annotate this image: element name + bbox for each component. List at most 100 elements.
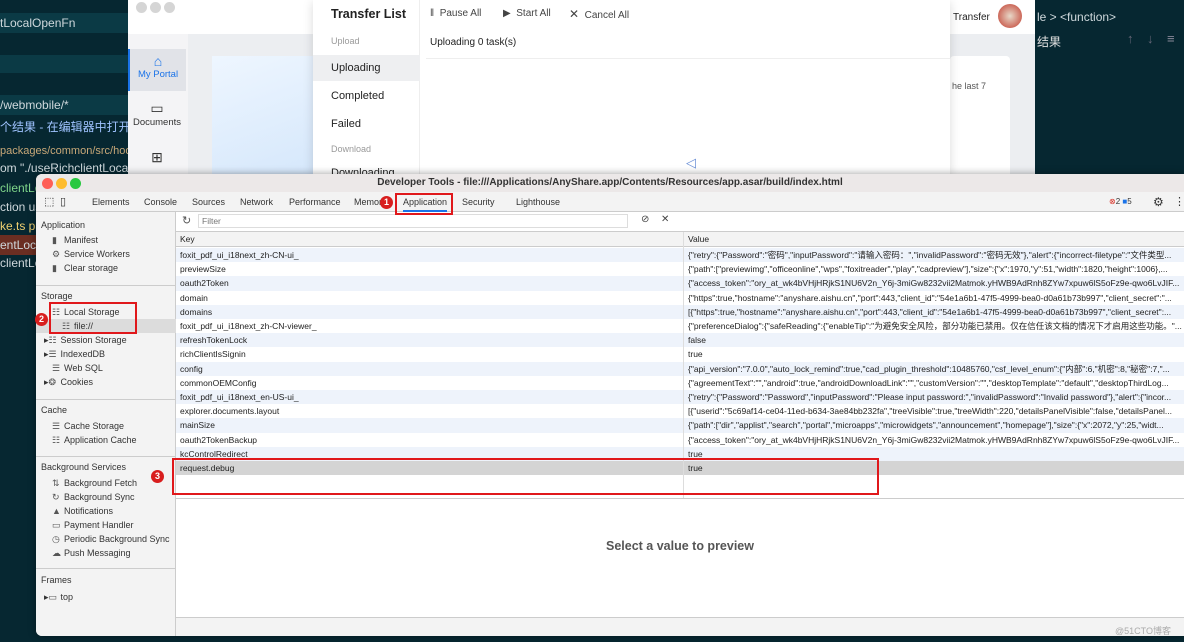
column-value[interactable]: Value	[688, 232, 709, 247]
table-row[interactable]: domains [{"https":true,"hostname":"anysha…	[176, 304, 1184, 319]
nav-documents[interactable]: ▭ Documents	[128, 100, 186, 128]
arrow-down-icon[interactable]: ↓	[1147, 31, 1154, 46]
device-toggle-icon[interactable]: ▯	[60, 192, 66, 212]
table-row[interactable]: oauth2Token {"access_token":"ory_at_wk4bV…	[176, 276, 1184, 291]
row-key: foxit_pdf_ui_i18next_zh-CN-ui_	[180, 250, 299, 260]
column-key[interactable]: Key	[180, 232, 195, 247]
filter-input[interactable]	[198, 214, 628, 228]
sidebar-item-session-storage[interactable]: ▸☷ Session Storage	[44, 333, 127, 347]
row-key: domains	[180, 306, 213, 317]
sidebar-item-background-sync[interactable]: ↻ Background Sync	[52, 490, 135, 504]
nav-my-portal[interactable]: ⌂ My Portal	[128, 49, 186, 91]
table-row[interactable]: explorer.documents.layout [{"userid":"5c6…	[176, 404, 1184, 418]
section-download: Download	[331, 144, 372, 154]
row-key: config	[180, 363, 203, 374]
section-background-services: Background Services	[41, 462, 127, 472]
arrow-up-icon[interactable]: ↑	[1127, 31, 1134, 46]
table-row[interactable]: oauth2TokenBackup {"access_token":"ory_at…	[176, 433, 1184, 447]
tab-security[interactable]: Security	[462, 192, 495, 212]
upload-status: Uploading 0 task(s)	[430, 37, 517, 48]
row-value: {"retry":{"Password":"Password","inputPa…	[688, 392, 1172, 402]
table-row[interactable]: commonOEMConfig {"agreementText":"","andr…	[176, 376, 1184, 390]
sync-icon: ↻	[52, 492, 60, 502]
search-result-count[interactable]: 个结果 - 在编辑器中打开	[0, 117, 128, 137]
tab-sources[interactable]: Sources	[192, 192, 225, 212]
tab-uploading[interactable]: Uploading	[313, 55, 420, 81]
menu-icon[interactable]: ≡	[1167, 31, 1175, 46]
row-value: {"api_version":"7.0.0","auto_lock_remind…	[688, 363, 1170, 374]
storage-panel: ↻ ⊘ ✕ Key Value foxit_pdf_ui_i18next_zh-…	[176, 212, 1184, 636]
database-icon: ☰	[52, 363, 61, 373]
start-all-button[interactable]: ▶ Start All	[503, 8, 551, 19]
tab-elements[interactable]: Elements	[92, 192, 130, 212]
apps-icon[interactable]: ⊞	[128, 149, 186, 166]
sidebar-item-indexeddb[interactable]: ▸☰ IndexedDB	[44, 347, 105, 361]
tab-network[interactable]: Network	[240, 192, 273, 212]
results-label: 结果	[1037, 35, 1062, 49]
row-key: foxit_pdf_ui_i18next_zh-CN-viewer_	[180, 321, 317, 331]
minimize-window-button[interactable]	[56, 178, 67, 189]
card: he last 7	[950, 56, 1010, 180]
row-key: explorer.documents.layout	[180, 406, 280, 417]
card-icon: ▭	[52, 520, 61, 530]
pause-all-button[interactable]: ǁ Pause All	[430, 8, 481, 19]
table-header: Key Value	[176, 232, 1184, 247]
sidebar-item-cookies[interactable]: ▸❂ Cookies	[44, 375, 93, 389]
table-row[interactable]: foxit_pdf_ui_i18next_zh-CN-viewer_ {"pref…	[176, 319, 1184, 333]
sidebar-item-payment-handler[interactable]: ▭ Payment Handler	[52, 518, 134, 532]
table-row[interactable]: refreshTokenLock false	[176, 333, 1184, 348]
issues-counter[interactable]: ⊗2 ■5	[1109, 192, 1132, 212]
sidebar-item-clear-storage[interactable]: ▮ Clear storage	[52, 261, 118, 275]
sidebar-item-web-sql[interactable]: ☰ Web SQL	[52, 361, 103, 375]
clear-all-icon[interactable]: ⊘	[641, 214, 649, 225]
table-row[interactable]: foxit_pdf_ui_i18next_en-US-ui_ {"retry":{…	[176, 390, 1184, 405]
avatar[interactable]	[998, 4, 1022, 28]
row-value: true	[688, 349, 703, 360]
row-value: {"access_token":"ory_at_wk4bVHjHRjkS1NU6…	[688, 434, 1180, 445]
annotation-badge-3: 3	[151, 470, 164, 483]
clock-icon: ◷	[52, 534, 60, 544]
settings-gear-icon[interactable]: ⚙	[1153, 192, 1164, 212]
table-row[interactable]: config {"api_version":"7.0.0","auto_lock_…	[176, 361, 1184, 376]
maximize-window-button[interactable]	[70, 178, 81, 189]
tab-failed[interactable]: Failed	[313, 111, 420, 137]
sidebar-item-top-frame[interactable]: ▸▭ top	[44, 590, 73, 604]
play-icon: ▶	[503, 8, 511, 19]
more-options-icon[interactable]: ⋮	[1174, 192, 1184, 212]
tab-console[interactable]: Console	[144, 192, 177, 212]
home-icon: ⌂	[153, 53, 163, 69]
table-row[interactable]: richClientIsSignin true	[176, 347, 1184, 361]
sidebar-item-service-workers[interactable]: ⚙ Service Workers	[52, 247, 130, 261]
transfer-list-window: Transfer List Upload Uploading Completed…	[313, 0, 950, 179]
cookie-icon: ❂	[48, 377, 57, 387]
tab-lighthouse[interactable]: Lighthouse	[516, 192, 560, 212]
row-value: {"retry":{"Password":"密码","inputPassword…	[688, 250, 1172, 260]
tab-completed[interactable]: Completed	[313, 83, 420, 109]
sidebar-item-background-fetch[interactable]: ⇅ Background Fetch	[52, 476, 137, 490]
inspect-icon[interactable]: ⬚	[44, 192, 54, 212]
pause-icon: ǁ	[430, 8, 435, 19]
sidebar-item-push-messaging[interactable]: ☁ Push Messaging	[52, 546, 131, 560]
table-row[interactable]: domain {"https":true,"hostname":"anyshare…	[176, 291, 1184, 305]
fetch-icon: ⇅	[52, 478, 60, 488]
cancel-all-button[interactable]: ✕ Cancel All	[569, 7, 629, 21]
sidebar-item-cache-storage[interactable]: ☰ Cache Storage	[52, 419, 124, 433]
row-value: {"access_token":"ory_at_wk4bVHjHRjkS1NU6…	[688, 278, 1180, 289]
row-value: false	[688, 335, 706, 346]
sidebar-item-notifications[interactable]: ▲ Notifications	[52, 504, 113, 518]
table-row[interactable]: foxit_pdf_ui_i18next_zh-CN-ui_ {"retry":{…	[176, 248, 1184, 263]
sidebar-item-application-cache[interactable]: ☷ Application Cache	[52, 433, 137, 447]
annotation-box-1	[395, 193, 453, 215]
refresh-icon[interactable]: ↻	[182, 214, 191, 227]
transfer-button[interactable]: Transfer	[953, 12, 990, 23]
tab-performance[interactable]: Performance	[289, 192, 341, 212]
sidebar-item-manifest[interactable]: ▮ Manifest	[52, 233, 98, 247]
table-row[interactable]: previewSize {"path":["previewimg","office…	[176, 262, 1184, 276]
row-key: refreshTokenLock	[180, 335, 248, 346]
delete-selected-icon[interactable]: ✕	[661, 214, 669, 225]
table-row[interactable]: mainSize {"path":["dir","applist","search…	[176, 418, 1184, 433]
sidebar-item-periodic-sync[interactable]: ◷ Periodic Background Sync	[52, 532, 170, 546]
row-key: oauth2Token	[180, 278, 229, 289]
devtools-tabbar: ⬚ ▯ Elements Console Sources Network Per…	[36, 192, 1184, 212]
close-window-button[interactable]	[42, 178, 53, 189]
